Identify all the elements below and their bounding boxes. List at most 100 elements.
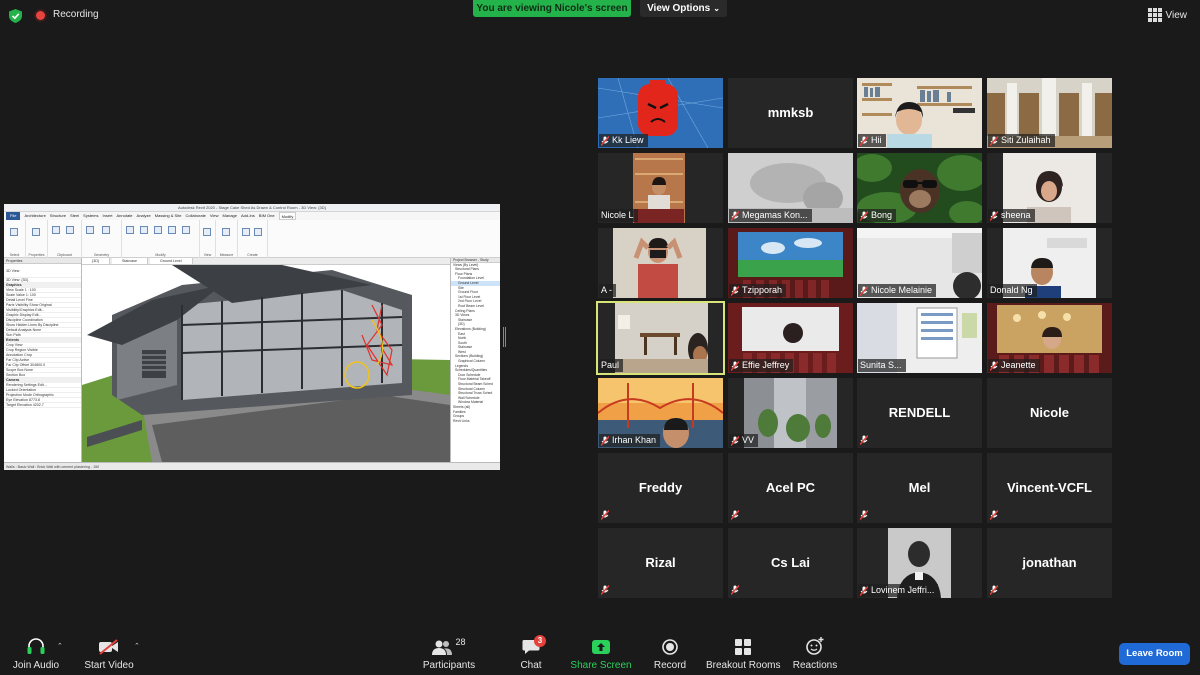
align-icon [126,226,134,234]
participant-tile[interactable]: Vincent-VCFL [987,453,1112,523]
participant-tile[interactable]: Siti Zulaihah [987,78,1112,148]
participant-tile[interactable]: Bong [857,153,982,223]
participant-name-label: Donald Ng [988,284,1037,297]
participant-name: mmksb [767,105,814,120]
revit-menu-item[interactable]: Analyze [137,212,151,220]
participant-tile[interactable]: Tzipporah [728,228,853,298]
participant-name-label: Jeanette [988,359,1040,372]
ribbon-group-geometry[interactable]: Geometry [82,220,122,258]
revit-menu-item[interactable]: BIM One [259,212,275,220]
participant-tile[interactable]: mmksb [728,78,853,148]
view-tab[interactable]: Staircase [112,258,148,264]
revit-menu-item[interactable]: Systems [83,212,98,220]
properties-row[interactable]: Target Elevation 4202.7 [4,403,81,408]
participants-label: Participants [422,660,476,671]
leave-room-button[interactable]: Leave Room [1119,643,1190,665]
headphones-icon [27,638,45,654]
ribbon-group-create[interactable]: Create [238,220,268,258]
participant-tile[interactable]: Freddy [598,453,723,523]
revit-menu-item[interactable]: Annotate [117,212,133,220]
ribbon-group-view[interactable]: View [200,220,216,258]
split-view-handle[interactable] [503,327,506,347]
participant-tile[interactable]: Irhan Khan [598,378,723,448]
join-audio-button[interactable]: Join Audio [8,630,64,675]
participants-button[interactable]: 28 Participants [418,630,480,675]
audio-options-caret[interactable]: ⌃ [57,642,63,650]
view-tab[interactable]: Ground Level [149,258,193,264]
browser-item[interactable]: Structural Beam Sched [451,382,500,387]
participant-tile[interactable]: Kk Liew [598,78,723,148]
ribbon-group-measure[interactable]: Measure [216,220,238,258]
revit-menu-item[interactable]: Steel [70,212,79,220]
video-off-icon [99,639,118,655]
revit-project-browser[interactable]: Project Browser - Study Views (By Level)… [450,258,500,462]
mic-muted-icon [601,435,609,446]
participant-tile[interactable]: jonathan [987,528,1112,598]
participant-tile[interactable]: Nicole L [598,153,723,223]
revit-properties-panel[interactable]: Properties 3D View 3D View: {3D} Graphic… [4,258,82,462]
revit-menu-item[interactable]: Add-Ins [241,212,255,220]
ribbon-group-clipboard[interactable]: Clipboard [48,220,82,258]
revit-menu-item[interactable]: View [210,212,219,220]
revit-menu-item[interactable]: Insert [103,212,113,220]
revit-menu-modify[interactable]: Modify [278,212,297,220]
participant-tile[interactable]: Rizal [598,528,723,598]
participant-tile[interactable]: sheena [987,153,1112,223]
breakout-rooms-button[interactable]: Breakout Rooms [706,630,780,675]
ribbon-group-select[interactable]: Select [4,220,26,258]
participant-tile[interactable]: VV [728,378,853,448]
participant-tile[interactable]: RENDELL [857,378,982,448]
participant-tile[interactable]: Nicole Melainie [857,228,982,298]
record-label: Record [653,660,687,671]
revit-menu-item[interactable]: Manage [223,212,237,220]
revit-menu-item[interactable]: Collaborate [185,212,205,220]
participant-tile[interactable]: Jeanette [987,303,1112,373]
participant-name: Kk Liew [612,135,644,145]
shared-screen[interactable]: Autodesk Revit 2020 - Stage Cake Shed As… [4,204,500,470]
participant-tile[interactable]: Acel PC [728,453,853,523]
shield-icon[interactable] [9,9,22,23]
chat-button[interactable]: 3 Chat [514,630,548,675]
record-button[interactable]: Record [650,630,690,675]
share-screen-button[interactable]: Share Screen [570,630,632,675]
revit-3d-view[interactable]: {3D} Staircase Ground Level [82,258,450,462]
participant-tile[interactable]: Lovinem Jeffri... [857,528,982,598]
browser-item[interactable]: Revit Links [451,419,500,424]
revit-menu-item[interactable]: Architecture [24,212,45,220]
mic-muted-icon [601,585,609,595]
reactions-label: Reactions [792,660,838,671]
ribbon-group-modify[interactable]: Modify [122,220,200,258]
participant-tile[interactable]: Megamas Kon... [728,153,853,223]
participant-tile[interactable]: Nicole [987,378,1112,448]
participant-tile[interactable]: Cs Lai [728,528,853,598]
chevron-down-icon: ⌄ [713,4,720,13]
participant-tile[interactable]: Effie Jeffrey [728,303,853,373]
revit-menu-file[interactable]: File [6,212,21,220]
start-video-button[interactable]: Start Video [80,630,138,675]
participant-tile[interactable]: Hii [857,78,982,148]
participant-name-label: Tzipporah [729,284,787,297]
reactions-button[interactable]: Reactions [792,630,838,675]
participant-name: A - [601,285,613,295]
view-options-button[interactable]: View Options ⌄ [640,0,727,17]
participant-tile[interactable]: Mel [857,453,982,523]
revit-menu-item[interactable]: Massing & Site [155,212,182,220]
view-label: View [1165,9,1188,21]
participant-tile[interactable]: Donald Ng [987,228,1112,298]
participant-tile[interactable]: Sunita S... [857,303,982,373]
view-button[interactable]: View [1147,8,1188,22]
mic-muted-icon [731,585,739,595]
participant-tile[interactable]: A - [598,228,723,298]
properties-type-selector[interactable]: 3D View [4,264,81,278]
ribbon-group-properties[interactable]: Properties [26,220,48,258]
revit-menu-item[interactable]: Structure [50,212,66,220]
participant-name-label: Nicole Melainie [858,284,937,297]
participant-name: Megamas Kon... [742,210,808,220]
video-options-caret[interactable]: ⌃ [134,642,140,650]
participant-name: Sunita S... [860,360,902,370]
participant-tile-active-speaker[interactable]: Paul [596,301,725,375]
view-tab[interactable]: {3D} [82,258,110,264]
recording-label[interactable]: Recording [53,9,99,20]
participant-video [598,228,723,298]
modify-arrow-icon [10,228,18,236]
